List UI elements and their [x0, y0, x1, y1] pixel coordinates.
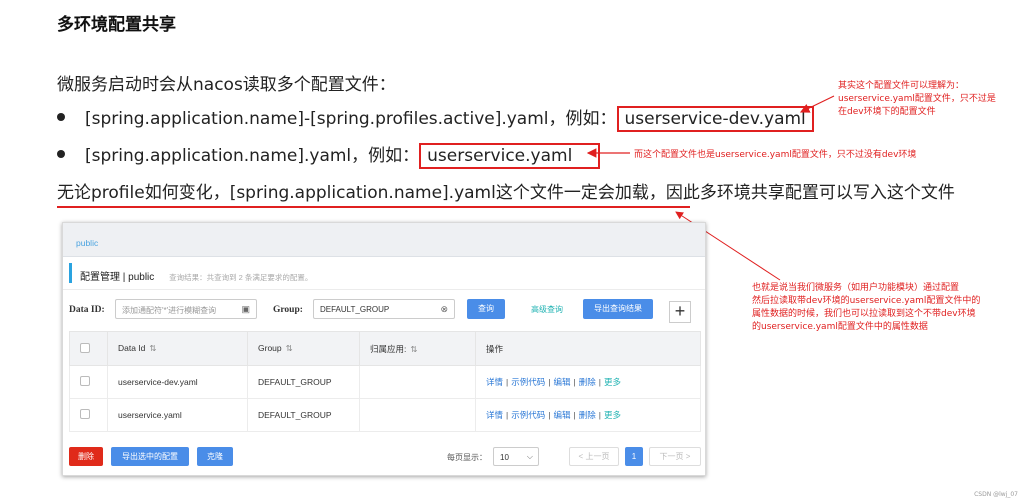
delete-link[interactable]: 删除: [579, 410, 596, 420]
row-checkbox[interactable]: [80, 409, 90, 419]
detail-link[interactable]: 详情: [486, 377, 503, 387]
sort-icon[interactable]: ⇅: [149, 343, 156, 353]
row-group: DEFAULT_GROUP: [247, 365, 360, 399]
table-row: userservice.yaml DEFAULT_GROUP 详情 | 示例代码 | 编…: [69, 398, 701, 432]
namespace-public-link[interactable]: public: [76, 238, 98, 248]
row-checkbox[interactable]: [80, 376, 90, 386]
divider: [63, 289, 705, 290]
sample-code-link[interactable]: 示例代码: [511, 410, 545, 420]
select-all-cell: [69, 331, 108, 366]
row-data-id: userservice.yaml: [107, 398, 248, 432]
clear-icon[interactable]: ⊗: [440, 304, 448, 315]
delete-button[interactable]: 删除: [69, 447, 103, 466]
row-operations: 详情 | 示例代码 | 编辑 | 删除 | 更多: [475, 365, 701, 399]
bullet-text: [spring.application.name].yaml，例如：: [85, 146, 420, 166]
clipboard-icon[interactable]: ▣: [241, 304, 250, 315]
row-data-id: userservice-dev.yaml: [107, 365, 248, 399]
detail-link[interactable]: 详情: [486, 410, 503, 420]
more-link[interactable]: 更多: [604, 410, 621, 420]
col-app[interactable]: 归属应用: ⇅: [359, 331, 476, 366]
annotation-dev-config: 其实这个配置文件可以理解为： userservice.yaml配置文件，只不过是…: [838, 80, 996, 119]
page-size-value: 10: [500, 453, 509, 462]
select-all-checkbox[interactable]: [80, 342, 90, 353]
edit-link[interactable]: 编辑: [553, 410, 570, 420]
add-config-button[interactable]: +: [669, 301, 691, 323]
dataid-placeholder: 添加通配符'*'进行模糊查询: [122, 306, 217, 315]
annotation-line: 其实这个配置文件可以理解为：: [838, 81, 965, 91]
annotation-explanation: 也就是说当我们微服务（如用户功能模块）通过配置 然后拉读取带dev环境的user…: [752, 282, 980, 334]
row-select-cell: [69, 398, 108, 432]
export-selected-button[interactable]: 导出选中的配置: [111, 447, 189, 466]
annotation-line: 在dev环境下的配置文件: [838, 107, 936, 117]
dataid-label: Data ID:: [69, 305, 105, 315]
sort-icon[interactable]: ⇅: [410, 344, 417, 354]
page-1-button[interactable]: 1: [625, 447, 643, 466]
delete-link[interactable]: 删除: [579, 377, 596, 387]
highlight-box-shared: userservice.yaml: [419, 143, 601, 169]
slide-title: 多环境配置共享: [57, 15, 176, 35]
bullet-dot: [57, 150, 65, 158]
advanced-query-link[interactable]: 高级查询: [531, 304, 563, 315]
query-button[interactable]: 查询: [467, 299, 505, 319]
namespace-bar: public: [63, 223, 705, 257]
row-select-cell: [69, 365, 108, 399]
more-link[interactable]: 更多: [604, 377, 621, 387]
group-label: Group:: [273, 305, 303, 315]
annotation-line: 也就是说当我们微服务（如用户功能模块）通过配置: [752, 283, 960, 293]
dataid-search-input[interactable]: 添加通配符'*'进行模糊查询 ▣: [115, 299, 257, 319]
sort-icon[interactable]: ⇅: [286, 343, 293, 353]
chevron-down-icon: ⌵: [526, 452, 533, 461]
nacos-console: public 配置管理 | public 查询结果：共查询到 2 条满足要求的配…: [62, 222, 706, 476]
bullet-text: [spring.application.name]-[spring.profil…: [85, 109, 617, 129]
col-group[interactable]: Group ⇅: [247, 331, 360, 366]
annotation-line: 然后拉读取带dev环境的userservice.yaml配置文件中的: [752, 296, 981, 306]
page-size-select[interactable]: 10 ⌵: [493, 447, 539, 466]
edit-link[interactable]: 编辑: [553, 377, 570, 387]
export-results-button[interactable]: 导出查询结果: [583, 299, 653, 319]
highlight-box-dev: userservice-dev.yaml: [616, 106, 814, 132]
result-hint: 查询结果：共查询到 2 条满足要求的配置。: [169, 273, 313, 282]
annotation-shared-config: 而这个配置文件也是userservice.yaml配置文件，只不过没有dev环境: [634, 150, 917, 160]
intro-text: 微服务启动时会从nacos读取多个配置文件：: [57, 75, 396, 95]
header-label: Group: [258, 343, 282, 353]
table-header-row: Data Id ⇅ Group ⇅ 归属应用: ⇅ 操作: [69, 331, 701, 366]
search-bar: Data ID: 添加通配符'*'进行模糊查询 ▣ Group: DEFAULT…: [69, 299, 701, 323]
annotation-line: 属性数据的时候，我们也可以拉读取到这个不带dev环境: [752, 309, 976, 319]
col-data-id[interactable]: Data Id ⇅: [107, 331, 248, 366]
annotation-line: userservice.yaml配置文件，只不过是: [838, 94, 996, 104]
bullet-dot: [57, 113, 65, 121]
header-label: Data Id: [118, 343, 146, 353]
table-row: userservice-dev.yaml DEFAULT_GROUP 详情 | 示例…: [69, 365, 701, 399]
clone-button[interactable]: 克隆: [197, 447, 233, 466]
config-table: Data Id ⇅ Group ⇅ 归属应用: ⇅ 操作 userservice-de…: [69, 331, 701, 432]
page-title: 配置管理 | public: [80, 272, 155, 283]
group-value: DEFAULT_GROUP: [320, 305, 390, 314]
row-group: DEFAULT_GROUP: [247, 398, 360, 432]
col-operations: 操作: [475, 331, 701, 366]
bullet-item: [spring.application.name]-[spring.profil…: [57, 104, 814, 132]
summary-underline: [57, 206, 690, 208]
bullet-item: [spring.application.name].yaml，例如： userse…: [57, 141, 601, 169]
header-label: 归属应用:: [370, 343, 407, 354]
prev-page-button[interactable]: < 上一页: [569, 447, 619, 466]
page-size-label: 每页显示：: [447, 453, 487, 462]
annotation-line: 的userservice.yaml配置文件中的属性数据: [752, 322, 928, 332]
group-search-input[interactable]: DEFAULT_GROUP ⊗: [313, 299, 455, 319]
row-app: [359, 398, 476, 432]
row-operations: 详情 | 示例代码 | 编辑 | 删除 | 更多: [475, 398, 701, 432]
table-footer: 删除 导出选中的配置 克隆 每页显示： 10 ⌵ < 上一页 1 下一页 >: [69, 447, 701, 467]
sample-code-link[interactable]: 示例代码: [511, 377, 545, 387]
next-page-button[interactable]: 下一页 >: [649, 447, 701, 466]
summary-text: 无论profile如何变化，[spring.application.name].…: [57, 183, 955, 203]
row-app: [359, 365, 476, 399]
page-heading: 配置管理 | public 查询结果：共查询到 2 条满足要求的配置。: [69, 263, 312, 283]
watermark: CSDN @lwj_07: [974, 491, 1018, 498]
